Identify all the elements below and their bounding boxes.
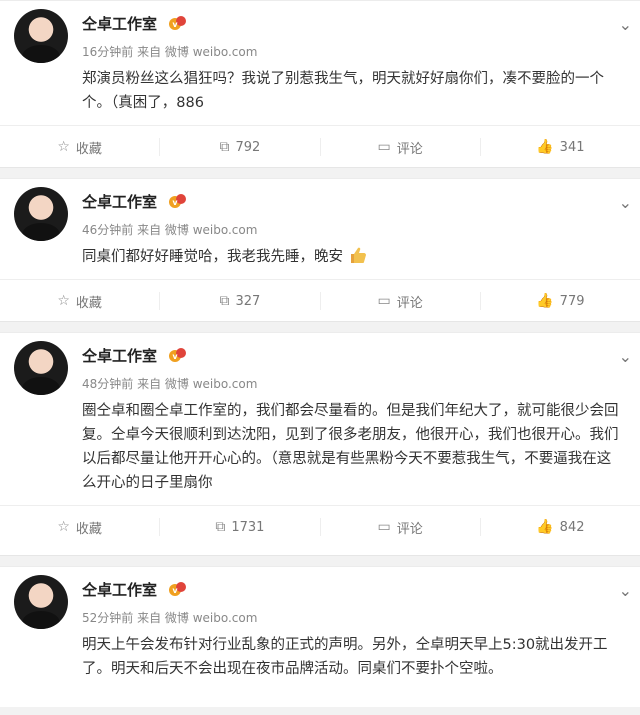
star-icon: ☆: [57, 519, 70, 535]
post-actions: ☆ 收藏 ⧉ 327 ▭ 评论 👍 779: [0, 279, 640, 322]
comment-button[interactable]: ▭ 评论: [321, 518, 480, 537]
avatar[interactable]: [14, 187, 68, 241]
favorite-button[interactable]: ☆ 收藏: [0, 292, 159, 311]
account-name-text[interactable]: 仝卓工作室: [82, 193, 157, 211]
post-meta: 46分钟前 来自 微博 weibo.com: [82, 223, 258, 237]
post-text: 同桌们都好好睡觉哈，我老我先睡，晚安: [82, 249, 343, 265]
post-card: 仝卓工作室 v 46分钟前 来自 微博 weibo.com ⌄ 同桌们都好好睡觉…: [0, 178, 640, 322]
repost-count: 1731: [231, 519, 265, 535]
like-count: 779: [559, 293, 585, 309]
favorite-button[interactable]: ☆ 收藏: [0, 138, 159, 157]
post-header: 仝卓工作室 v 16分钟前 来自 微博 weibo.com ⌄: [0, 1, 640, 67]
comment-icon: ▭: [377, 293, 391, 309]
account-name[interactable]: 仝卓工作室 v: [82, 13, 187, 34]
account-name[interactable]: 仝卓工作室 v: [82, 579, 187, 600]
post-meta: 48分钟前 来自 微博 weibo.com: [82, 377, 258, 391]
like-count: 341: [559, 139, 585, 155]
chevron-down-icon[interactable]: ⌄: [619, 347, 632, 366]
post-header: 仝卓工作室 v 48分钟前 来自 微博 weibo.com ⌄: [0, 333, 640, 399]
chevron-down-icon[interactable]: ⌄: [619, 193, 632, 212]
account-name-text[interactable]: 仝卓工作室: [82, 581, 157, 599]
like-button[interactable]: 👍 341: [481, 139, 640, 155]
comment-label: 评论: [396, 141, 423, 157]
post-actions: ☆ 收藏 ⧉ 1731 ▭ 评论 👍 842: [0, 505, 640, 548]
comment-icon: ▭: [377, 139, 391, 155]
post-header: 仝卓工作室 v 46分钟前 来自 微博 weibo.com ⌄: [0, 179, 640, 245]
like-button[interactable]: 👍 842: [481, 519, 640, 535]
chevron-down-icon[interactable]: ⌄: [619, 15, 632, 34]
favorite-label: 收藏: [75, 521, 102, 537]
repost-count: 792: [235, 139, 261, 155]
svg-text:v: v: [173, 586, 179, 595]
post-actions: ☆ 收藏 ⧉ 792 ▭ 评论 👍 341: [0, 125, 640, 168]
thumbs-up-icon: 👍: [536, 293, 554, 309]
post-header: 仝卓工作室 v 52分钟前 来自 微博 weibo.com ⌄: [0, 567, 640, 633]
account-name-text[interactable]: 仝卓工作室: [82, 347, 157, 365]
star-icon: ☆: [57, 293, 70, 309]
post-text-wrapper: 同桌们都好好睡觉哈，我老我先睡，晚安: [0, 245, 640, 269]
repost-count: 327: [235, 293, 261, 309]
comment-label: 评论: [396, 295, 423, 311]
comment-label: 评论: [396, 521, 423, 537]
verified-badge-icon: v: [169, 16, 187, 30]
favorite-label: 收藏: [75, 141, 102, 157]
favorite-label: 收藏: [75, 295, 102, 311]
thumbs-up-icon: 👍: [536, 519, 554, 535]
avatar[interactable]: [14, 341, 68, 395]
favorite-button[interactable]: ☆ 收藏: [0, 518, 159, 537]
post-text: 圈仝卓和圈仝卓工作室的，我们都会尽量看的。但是我们年纪大了，就可能很少会回复。仝…: [82, 403, 619, 491]
repost-button[interactable]: ⧉ 1731: [160, 519, 319, 535]
repost-icon: ⧉: [215, 519, 226, 535]
post-text: 郑演员粉丝这么猖狂吗？我说了别惹我生气，明天就好好扇你们，凑不要脸的一个个。（真…: [82, 71, 604, 111]
account-name-text[interactable]: 仝卓工作室: [82, 15, 157, 33]
verified-badge-icon: v: [169, 582, 187, 596]
avatar[interactable]: [14, 9, 68, 63]
post-meta: 16分钟前 来自 微博 weibo.com: [82, 45, 258, 59]
verified-badge-icon: v: [169, 348, 187, 362]
chevron-down-icon[interactable]: ⌄: [619, 581, 632, 600]
comment-button[interactable]: ▭ 评论: [321, 292, 480, 311]
comment-icon: ▭: [377, 519, 391, 535]
thumbs-up-icon: 👍: [536, 139, 554, 155]
post-card: 仝卓工作室 v 16分钟前 来自 微博 weibo.com ⌄ 郑演员粉丝这么猖…: [0, 0, 640, 168]
svg-text:v: v: [173, 198, 179, 207]
repost-icon: ⧉: [219, 293, 230, 309]
post-card: 仝卓工作室 v 48分钟前 来自 微博 weibo.com ⌄ 圈仝卓和圈仝卓工…: [0, 332, 640, 556]
post-meta: 52分钟前 来自 微博 weibo.com: [82, 611, 258, 625]
svg-text:v: v: [173, 352, 179, 361]
weibo-feed: 仝卓工作室 v 16分钟前 来自 微博 weibo.com ⌄ 郑演员粉丝这么猖…: [0, 0, 640, 707]
post-card: 仝卓工作室 v 52分钟前 来自 微博 weibo.com ⌄ 明天上午会发布针…: [0, 566, 640, 707]
post-text: 明天上午会发布针对行业乱象的正式的声明。另外，仝卓明天早上5:30就出发开工了。…: [82, 637, 608, 677]
comment-button[interactable]: ▭ 评论: [321, 138, 480, 157]
account-name[interactable]: 仝卓工作室 v: [82, 345, 187, 366]
repost-button[interactable]: ⧉ 792: [160, 139, 319, 155]
svg-text:v: v: [173, 20, 179, 29]
thumbs-up-emoji-icon: [350, 247, 366, 263]
star-icon: ☆: [57, 139, 70, 155]
like-button[interactable]: 👍 779: [481, 293, 640, 309]
avatar[interactable]: [14, 575, 68, 629]
account-name[interactable]: 仝卓工作室 v: [82, 191, 187, 212]
repost-button[interactable]: ⧉ 327: [160, 293, 319, 309]
verified-badge-icon: v: [169, 194, 187, 208]
like-count: 842: [559, 519, 585, 535]
repost-icon: ⧉: [219, 139, 230, 155]
